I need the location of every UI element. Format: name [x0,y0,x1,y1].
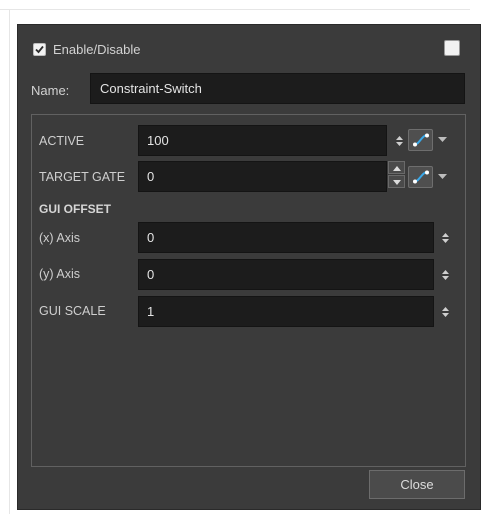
function-curve-icon [413,133,429,147]
target-gate-label: TARGET GATE [39,170,126,184]
close-button[interactable]: Close [369,470,465,499]
x-axis-label: (x) Axis [39,231,80,245]
active-field[interactable]: 100 [138,125,387,156]
target-gate-field[interactable]: 0 [138,161,387,192]
spin-up-button[interactable] [388,161,405,174]
x-axis-updown-icon[interactable] [441,231,450,245]
constraint-switch-dialog: Enable/Disable Name: Constraint-Switch A… [17,24,481,510]
y-axis-label: (y) Axis [39,267,80,281]
enable-checkbox[interactable] [33,42,46,56]
gui-scale-label: GUI SCALE [39,304,106,318]
y-axis-field[interactable]: 0 [138,259,434,290]
name-label: Name: [31,83,70,98]
background-rule-top [0,9,470,10]
active-function-button[interactable] [408,129,433,151]
target-gate-function-button[interactable] [408,166,433,188]
gui-scale-updown-icon[interactable] [441,305,450,319]
enable-row[interactable]: Enable/Disable [33,40,140,58]
name-field[interactable]: Constraint-Switch [90,73,465,104]
background-rule-left [9,10,10,514]
y-axis-updown-icon[interactable] [441,268,450,282]
gui-scale-field[interactable]: 1 [138,296,434,327]
target-gate-caret-down-icon[interactable] [438,174,447,180]
spin-down-button[interactable] [388,175,405,188]
enable-label: Enable/Disable [53,41,141,57]
active-caret-down-icon[interactable] [438,137,447,143]
gui-offset-title: GUI OFFSET [39,202,111,216]
active-label: ACTIVE [39,134,85,148]
properties-panel: ACTIVE 100 TARGET GATE 0 GUI OFFSET (x) … [31,114,466,467]
x-axis-field[interactable]: 0 [138,222,434,253]
active-updown-icon[interactable] [395,134,404,148]
color-swatch[interactable] [444,40,460,56]
spin-up-icon [393,166,401,171]
function-curve-icon [413,170,429,184]
checkmark-icon [35,45,44,53]
spin-down-icon [393,180,401,185]
target-gate-spinner [388,161,405,189]
